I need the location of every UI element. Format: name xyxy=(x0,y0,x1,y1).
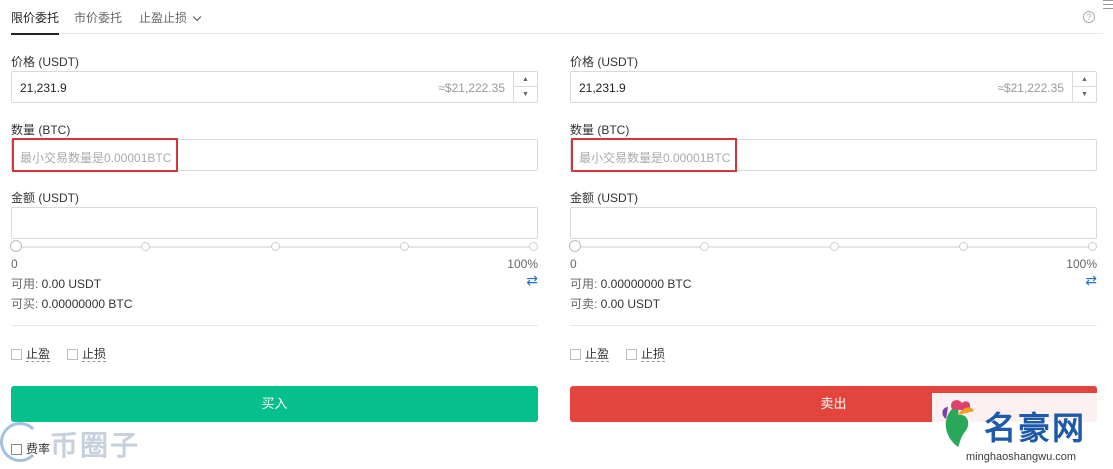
available-balance: 可用: 0.00 USDT xyxy=(11,275,101,292)
price-input[interactable]: 21,231.9 ≈$21,222.35 ▲ ▼ xyxy=(11,71,538,103)
buy-button[interactable]: 买入 xyxy=(11,386,538,422)
quantity-placeholder: 最小交易数量是0.00001BTC xyxy=(20,151,172,165)
slider-handle[interactable] xyxy=(10,240,22,252)
max-sell-value: 0.00 USDT xyxy=(597,297,661,311)
watermark-face-logo-icon xyxy=(942,400,974,447)
take-profit-checkbox[interactable]: 止盈 xyxy=(11,345,51,362)
watermark-left: 币圈子 xyxy=(0,420,160,469)
stop-loss-checkbox[interactable]: 止损 xyxy=(626,345,666,362)
quantity-placeholder: 最小交易数量是0.00001BTC xyxy=(579,151,731,165)
amount-input[interactable] xyxy=(11,207,538,239)
slider-tick[interactable] xyxy=(1088,242,1097,251)
price-label: 价格 (USDT) xyxy=(570,55,638,69)
slider-tick[interactable] xyxy=(271,242,280,251)
percent-slider[interactable] xyxy=(10,240,538,253)
checkbox-icon xyxy=(67,349,78,360)
max-buy-key: 可买: xyxy=(11,297,39,311)
price-label: 价格 (USDT) xyxy=(11,55,79,69)
slider-tick[interactable] xyxy=(700,242,709,251)
price-value: 21,231.9 xyxy=(20,81,67,95)
amount-label: 金额 (USDT) xyxy=(570,191,638,205)
quantity-label: 数量 (BTC) xyxy=(570,123,630,137)
slider-tick[interactable] xyxy=(400,242,409,251)
slider-handle[interactable] xyxy=(569,240,581,252)
percent-slider[interactable] xyxy=(569,240,1097,253)
price-stepper: ▲ ▼ xyxy=(513,72,537,102)
slider-min-label: 0 xyxy=(570,257,577,271)
slider-tick[interactable] xyxy=(529,242,538,251)
increment-icon[interactable]: ▲ xyxy=(1073,72,1096,87)
amount-label: 金额 (USDT) xyxy=(11,191,79,205)
available-value: 0.00000000 BTC xyxy=(597,277,692,291)
quantity-input[interactable]: 最小交易数量是0.00001BTC xyxy=(570,138,1097,172)
checkbox-icon xyxy=(11,349,22,360)
take-profit-label: 止盈 xyxy=(585,347,610,362)
buy-panel: 价格 (USDT) 21,231.9 ≈$21,222.35 ▲ ▼ 数量 (B… xyxy=(10,34,538,469)
price-stepper: ▲ ▼ xyxy=(1072,72,1096,102)
quantity-input[interactable]: 最小交易数量是0.00001BTC xyxy=(11,138,538,172)
price-approx: ≈$21,222.35 xyxy=(997,81,1064,95)
increment-icon[interactable]: ▲ xyxy=(514,72,537,87)
watermark-logo-icon xyxy=(0,422,40,462)
max-sell: 可卖: 0.00 USDT xyxy=(570,295,660,312)
checkbox-icon xyxy=(626,349,637,360)
divider xyxy=(570,325,1097,326)
price-value: 21,231.9 xyxy=(579,81,626,95)
max-sell-key: 可卖: xyxy=(570,297,598,311)
slider-min-label: 0 xyxy=(11,257,18,271)
tab-limit-order[interactable]: 限价委托 xyxy=(11,9,60,35)
watermark-right-url: minghaoshangwu.com xyxy=(966,451,1077,463)
take-profit-checkbox[interactable]: 止盈 xyxy=(570,345,610,362)
watermark-right: 名豪网 minghaoshangwu.com xyxy=(932,393,1113,469)
divider xyxy=(11,325,538,326)
order-type-tabs: 限价委托 市价委托 止盈止损 ? xyxy=(11,0,1103,35)
stop-loss-checkbox[interactable]: 止损 xyxy=(67,345,107,362)
slider-tick[interactable] xyxy=(830,242,839,251)
max-buy-value: 0.00000000 BTC xyxy=(38,297,133,311)
tab-market-order[interactable]: 市价委托 xyxy=(74,9,122,26)
decrement-icon[interactable]: ▼ xyxy=(514,87,537,102)
checkbox-icon xyxy=(570,349,581,360)
transfer-icon[interactable]: ⇄ xyxy=(1085,272,1097,289)
slider-max-label: 100% xyxy=(1066,257,1097,271)
chevron-down-icon xyxy=(192,12,202,22)
tab-stop-label: 止盈止损 xyxy=(139,11,188,25)
amount-input[interactable] xyxy=(570,207,1097,239)
tab-stop-order[interactable]: 止盈止损 xyxy=(139,9,202,26)
decrement-icon[interactable]: ▼ xyxy=(1073,87,1096,102)
available-key: 可用: xyxy=(570,277,598,291)
stop-loss-label: 止损 xyxy=(82,347,107,362)
available-key: 可用: xyxy=(11,277,39,291)
stop-loss-label: 止损 xyxy=(641,347,666,362)
watermark-right-name: 名豪网 xyxy=(984,409,1087,447)
price-approx: ≈$21,222.35 xyxy=(438,81,505,95)
slider-tick[interactable] xyxy=(959,242,968,251)
slider-tick[interactable] xyxy=(141,242,150,251)
watermark-left-text: 币圈子 xyxy=(50,430,141,461)
take-profit-label: 止盈 xyxy=(26,347,51,362)
slider-max-label: 100% xyxy=(507,257,538,271)
available-value: 0.00 USDT xyxy=(38,277,102,291)
max-buy: 可买: 0.00000000 BTC xyxy=(11,295,132,312)
price-input[interactable]: 21,231.9 ≈$21,222.35 ▲ ▼ xyxy=(570,71,1097,103)
help-icon[interactable]: ? xyxy=(1083,11,1095,23)
quantity-label: 数量 (BTC) xyxy=(11,123,71,137)
available-balance: 可用: 0.00000000 BTC xyxy=(570,275,691,292)
transfer-icon[interactable]: ⇄ xyxy=(526,272,538,289)
menu-icon[interactable] xyxy=(1103,0,1113,12)
